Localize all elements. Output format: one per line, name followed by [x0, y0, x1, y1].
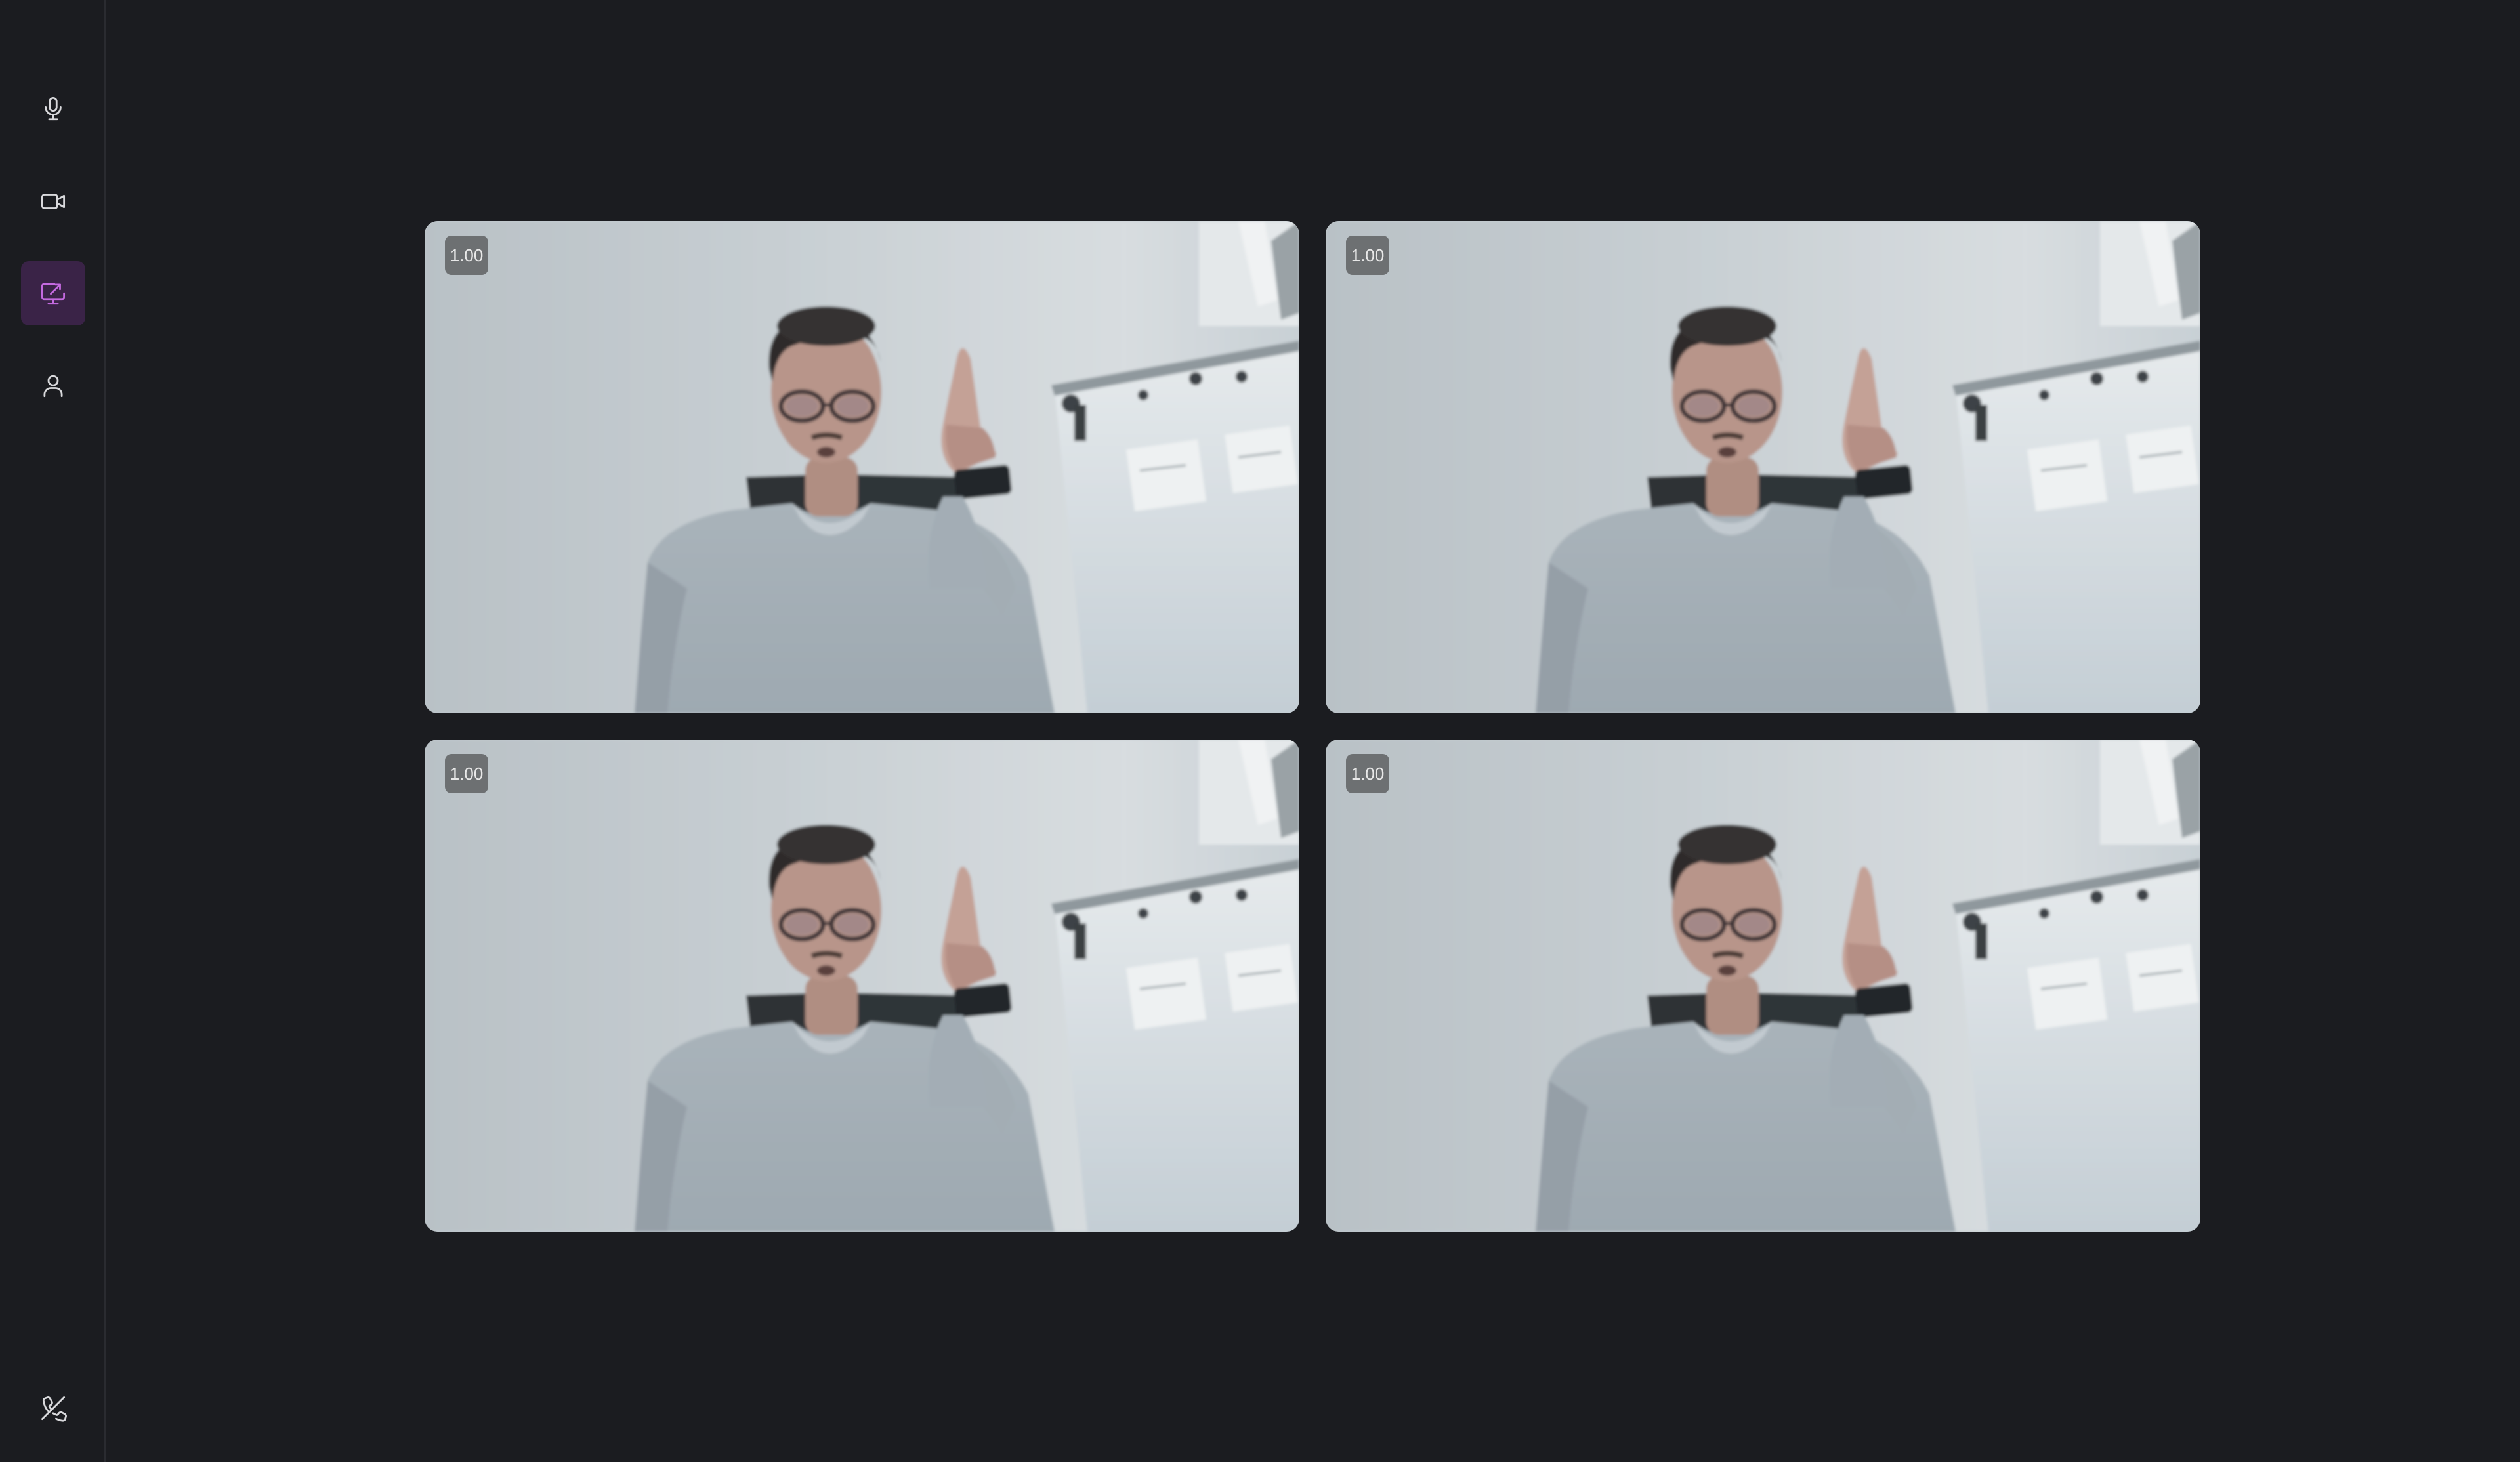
tile-badge: 1.00: [1346, 236, 1389, 275]
participant-video: [425, 221, 1299, 713]
video-grid: 1.00 1.00 1.00 1.00: [425, 221, 2200, 1232]
video-call-app: 1.00 1.00 1.00 1.00: [0, 0, 2520, 1462]
person-icon: [43, 375, 63, 398]
video-tile[interactable]: 1.00: [1326, 221, 2200, 713]
microphone-icon: [45, 96, 62, 121]
participant-video: [1326, 221, 2200, 713]
microphone-button[interactable]: [21, 77, 85, 141]
participant-video: [425, 740, 1299, 1232]
phone-hangup-icon: [41, 1396, 67, 1422]
participant-video: [1326, 740, 2200, 1232]
screen-share-button[interactable]: [21, 261, 85, 325]
tile-badge: 1.00: [445, 754, 488, 793]
tile-badge: 1.00: [1346, 754, 1389, 793]
screen-share-icon: [41, 283, 66, 305]
participants-button[interactable]: [21, 354, 85, 418]
video-tile[interactable]: 1.00: [1326, 740, 2200, 1232]
video-tile[interactable]: 1.00: [425, 221, 1299, 713]
camera-button[interactable]: [21, 169, 85, 234]
hang-up-button[interactable]: [21, 1376, 85, 1440]
video-camera-icon: [41, 194, 66, 209]
video-tile[interactable]: 1.00: [425, 740, 1299, 1232]
tile-badge: 1.00: [445, 236, 488, 275]
sidebar: [0, 0, 106, 1462]
